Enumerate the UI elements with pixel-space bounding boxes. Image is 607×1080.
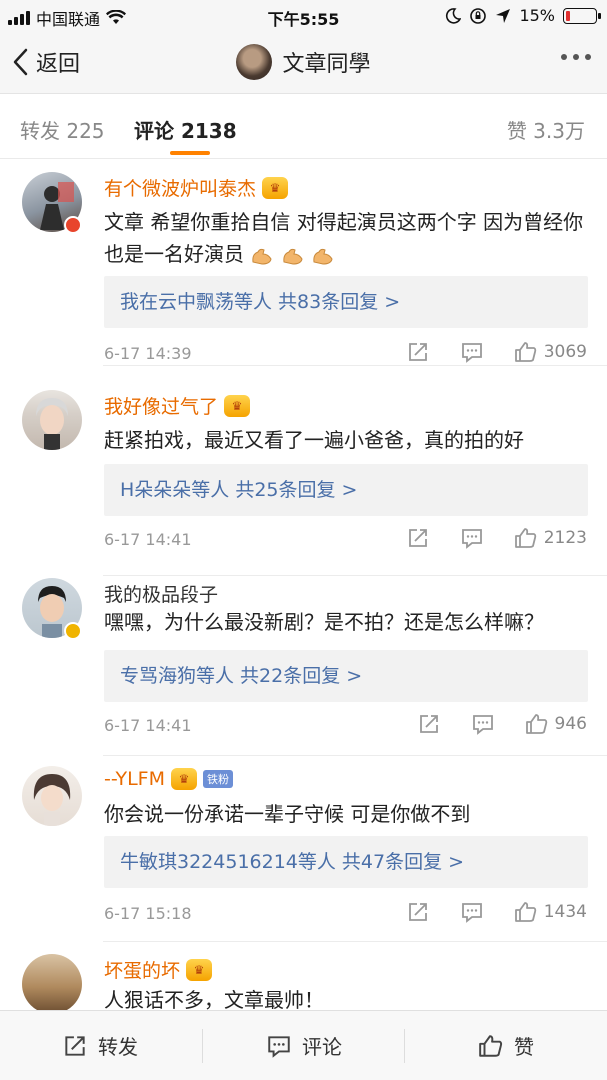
comment-label: 评论 <box>302 1035 342 1059</box>
comment-username[interactable]: 坏蛋的坏 <box>104 956 180 983</box>
battery-icon <box>563 7 601 24</box>
battery-percent: 15% <box>519 6 555 25</box>
location-icon <box>496 8 511 23</box>
comment-icon <box>268 1035 290 1058</box>
status-bar: 中国联通 下午5:55 15% <box>0 0 607 32</box>
thumbs-up-icon <box>525 714 547 734</box>
comment-time: 6-17 14:41 <box>104 716 192 735</box>
vip-crown-icon: ♛ <box>186 958 213 981</box>
like-label: 赞 <box>514 1035 534 1059</box>
share-icon <box>408 529 427 547</box>
comment-item: 我的极品段子 嘿嘿，为什么最没新剧？是不拍？还是怎么样嘛？ 专骂海狗等人 共22… <box>0 578 607 756</box>
vip-crown-icon: ♛ <box>170 768 197 790</box>
tab-repost[interactable]: 转发 225 <box>20 115 105 144</box>
reply-button[interactable] <box>471 712 495 736</box>
comment-icon <box>461 903 482 923</box>
like-button[interactable]: 赞 <box>478 1031 534 1060</box>
muscle-emoji-icon <box>250 242 335 266</box>
orientation-lock-icon <box>470 7 487 24</box>
nav-profile[interactable]: 文章同學 <box>0 44 607 80</box>
share-icon <box>65 1035 85 1056</box>
like-button[interactable]: 2123 <box>514 526 587 550</box>
comment-username[interactable]: --YLFM <box>104 768 165 790</box>
tab-bar: 转发 225 评论 2138 赞 3.3万 <box>0 95 607 159</box>
thumbs-up-icon <box>514 342 536 362</box>
like-count: 1434 <box>543 902 587 922</box>
comment-icon <box>461 343 482 363</box>
replies-link[interactable]: 专骂海狗等人 共22条回复 > <box>104 650 588 702</box>
comment-item: 有个微波炉叫泰杰 ♛ 文章 希望你重拾自信 对得起演员这两个字 因为曾经你也是一… <box>0 172 607 366</box>
like-count: 2123 <box>543 528 587 548</box>
like-button[interactable]: 3069 <box>514 340 587 364</box>
reply-button[interactable] <box>460 526 484 550</box>
verified-badge-icon <box>64 216 82 234</box>
comment-username[interactable]: 我好像过气了 <box>104 392 218 419</box>
comment-time: 6-17 14:39 <box>104 344 192 363</box>
like-count: 3069 <box>543 342 587 362</box>
comment-item: 我好像过气了 ♛ 赶紧拍戏，最近又看了一遍小爸爸，真的拍的好 H朵朵朵等人 共2… <box>0 390 607 576</box>
share-button[interactable] <box>406 900 430 924</box>
share-icon <box>408 343 427 361</box>
vip-crown-icon: ♛ <box>262 176 289 199</box>
comment-username[interactable]: 我的极品段子 <box>104 580 218 607</box>
avatar[interactable] <box>22 766 82 826</box>
share-button[interactable] <box>406 526 430 550</box>
comment-icon <box>472 715 493 735</box>
divider <box>103 941 607 942</box>
comment-icon <box>461 529 482 549</box>
thumbs-up-icon <box>479 1034 503 1057</box>
comment-text: 文章 希望你重拾自信 对得起演员这两个字 因为曾经你也是一名好演员 <box>104 210 584 266</box>
comment-text: 嘿嘿，为什么最没新剧？是不拍？还是怎么样嘛？ <box>104 610 544 634</box>
repost-label: 转发 <box>98 1035 138 1059</box>
like-button[interactable]: 1434 <box>514 900 587 924</box>
replies-link[interactable]: 牛敏琪3224516214等人 共47条回复 > <box>104 836 588 888</box>
share-icon <box>419 715 438 733</box>
divider <box>202 1029 203 1063</box>
avatar <box>236 44 273 80</box>
active-tab-indicator <box>170 151 210 155</box>
comment-item: --YLFM ♛ 铁粉 你会说一份承诺一辈子守候 可是你做不到 牛敏琪32245… <box>0 766 607 942</box>
repost-button[interactable]: 转发 <box>62 1031 138 1060</box>
replies-link[interactable]: H朵朵朵等人 共25条回复 > <box>104 464 588 516</box>
divider <box>103 575 607 576</box>
share-button[interactable] <box>417 712 441 736</box>
comment-item: 坏蛋的坏 ♛ 人狠话不多，文章最帅！ <box>0 954 607 1010</box>
comment-time: 6-17 14:41 <box>104 530 192 549</box>
thumbs-up-icon <box>514 528 536 548</box>
page-title: 文章同學 <box>282 52 371 77</box>
divider <box>103 755 607 756</box>
thumbs-up-icon <box>514 902 536 922</box>
more-icon[interactable] <box>561 54 591 60</box>
reply-button[interactable] <box>460 900 484 924</box>
fan-badge: 铁粉 <box>202 770 233 788</box>
vip-crown-icon: ♛ <box>224 394 251 417</box>
comment-button[interactable]: 评论 <box>266 1031 342 1060</box>
divider <box>103 365 607 366</box>
avatar[interactable] <box>22 954 82 1010</box>
comment-text: 赶紧拍戏，最近又看了一遍小爸爸，真的拍的好 <box>104 428 524 452</box>
divider <box>404 1029 405 1063</box>
bottom-action-bar: 转发 评论 赞 <box>0 1010 607 1080</box>
nav-bar: 返回 文章同學 <box>0 32 607 94</box>
comment-time: 6-17 15:18 <box>104 904 192 923</box>
comment-text: 你会说一份承诺一辈子守候 可是你做不到 <box>104 802 471 826</box>
reply-button[interactable] <box>460 340 484 364</box>
like-button[interactable]: 946 <box>525 712 587 736</box>
replies-link[interactable]: 我在云中飘荡等人 共83条回复 > <box>104 276 588 328</box>
comment-username[interactable]: 有个微波炉叫泰杰 <box>104 174 256 201</box>
like-count: 946 <box>554 714 587 734</box>
verified-badge-icon <box>64 622 82 640</box>
avatar[interactable] <box>22 390 82 450</box>
tab-likes[interactable]: 赞 3.3万 <box>507 115 585 144</box>
share-button[interactable] <box>406 340 430 364</box>
share-icon <box>408 903 427 921</box>
comment-text: 人狠话不多，文章最帅！ <box>104 988 324 1010</box>
moon-icon <box>446 7 462 24</box>
